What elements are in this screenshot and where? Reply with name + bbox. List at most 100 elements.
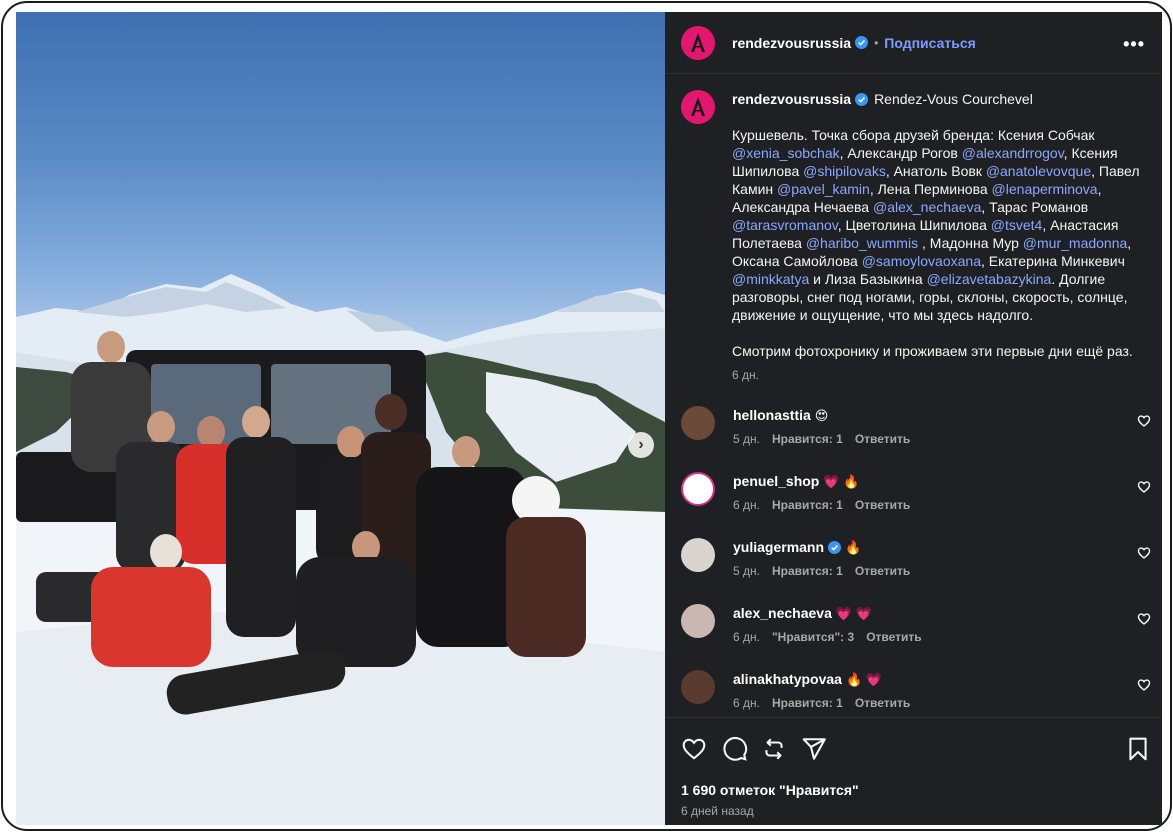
comment-username[interactable]: hellonasttia 😍 [733,407,828,424]
comment-item: hellonasttia 😍 5 дн. Нравится: 1 Ответить [681,404,1151,470]
comment-meta: 5 дн. Нравится: 1 Ответить [733,564,922,578]
mention-link[interactable]: @mur_madonna [1023,235,1128,251]
comment-username[interactable]: penuel_shop 💗 🔥 [733,473,859,490]
comment-time: 5 дн. [733,432,760,446]
comment-text: 💗 🔥 [823,474,860,489]
caption-text-segment: , Мадонна Мур [918,235,1023,251]
mention-link[interactable]: @pavel_kamin [777,181,870,197]
comment-item: penuel_shop 💗 🔥 6 дн. Нравится: 1 Ответить [681,470,1151,536]
comment-like-icon[interactable] [1137,678,1151,692]
comment-text: 🔥 [845,540,862,555]
follow-button[interactable]: Подписаться [884,35,976,51]
comment-meta: 6 дн. Нравится: 1 Ответить [733,498,922,512]
comment-icon[interactable] [722,736,748,762]
mention-link[interactable]: @tarasvromanov [732,217,838,233]
verified-badge-icon [855,36,869,49]
comment-meta: 6 дн. Нравится: 1 Ответить [733,696,922,710]
reply-button[interactable]: Ответить [866,630,921,644]
comment-time: 6 дн. [733,696,760,710]
caption-text: Куршевель. Точка сбора друзей бренда: Кс… [732,126,1142,360]
post-age: 6 дней назад [681,804,754,818]
comment-username-text[interactable]: hellonasttia [733,407,811,423]
mention-link[interactable]: @elizavetabazykina [927,271,1052,287]
comment-like-icon[interactable] [1137,612,1151,626]
caption-text-segment: , Анатоль Вовк [885,163,986,179]
header-username[interactable]: rendezvousrussia [732,35,851,51]
reply-button[interactable]: Ответить [855,432,910,446]
comment-username[interactable]: alinakhatypovaa 🔥 💗 [733,671,882,688]
caption-text-segment: Куршевель. Точка сбора друзей бренда: Кс… [732,127,1095,143]
comment-username[interactable]: yuliagermann 🔥 [733,539,861,556]
heart-icon[interactable] [681,736,707,762]
comment-username-text[interactable]: yuliagermann [733,539,824,555]
mention-link[interactable]: @alexandrrogov [962,145,1064,161]
comment-item: alex_nechaeva 💗 💗 6 дн. "Нравится": 3 Ответи… [681,602,1151,668]
caption-username[interactable]: rendezvousrussia [732,90,851,108]
comment-username-text[interactable]: alex_nechaeva [733,605,832,621]
action-bar: 1 690 отметок "Нравится" 6 дней назад [665,717,1162,827]
reply-button[interactable]: Ответить [855,498,910,512]
next-photo-button[interactable]: › [628,432,654,458]
caption-text-segment: , Екатерина Минкевич [981,253,1125,269]
send-icon[interactable] [801,736,827,762]
comment-time: 6 дн. [733,498,760,512]
repost-icon[interactable] [761,736,787,762]
comment-username[interactable]: alex_nechaeva 💗 💗 [733,605,872,622]
comment-like-icon[interactable] [1137,414,1151,428]
window-frame: › rendezvousrussia • Подписаться ••• ren… [1,1,1172,831]
mention-link[interactable]: @samoylovaoxana [862,253,981,269]
separator-dot: • [874,35,879,50]
post-photo[interactable]: › [16,12,665,825]
comment-like-icon[interactable] [1137,546,1151,560]
caption-paragraph: Куршевель. Точка сбора друзей бренда: Кс… [732,126,1142,324]
verified-badge-icon [828,541,842,554]
mention-link[interactable]: @lenaperminova [992,181,1098,197]
caption-header: rendezvousrussia Rendez-Vous Courchevel [732,90,1150,108]
mention-link[interactable]: @xenia_sobchak [732,145,840,161]
mention-link[interactable]: @alex_nechaeva [873,199,981,215]
mention-link[interactable]: @minkkatya [732,271,809,287]
more-options-icon[interactable]: ••• [1123,34,1145,55]
comment-text: 🔥 💗 [845,672,882,687]
location-link[interactable]: Rendez-Vous Courchevel [874,90,1033,108]
caption-text-segment: и Лиза Базыкина [809,271,927,287]
caption-second-paragraph: Смотрим фотохронику и проживаем эти перв… [732,343,1133,359]
comment-username-text[interactable]: penuel_shop [733,473,819,489]
comment-text: 😍 [814,408,829,423]
avatar[interactable] [681,604,715,638]
reply-button[interactable]: Ответить [855,696,910,710]
mention-link[interactable]: @anatolevovque [986,163,1091,179]
bookmark-icon[interactable] [1125,736,1151,762]
avatar[interactable] [681,472,715,506]
comment-meta: 5 дн. Нравится: 1 Ответить [733,432,922,446]
avatar[interactable] [681,538,715,572]
mention-link[interactable]: @haribo_wummis [806,235,918,251]
comment-meta: 6 дн. "Нравится": 3 Ответить [733,630,934,644]
comment-username-text[interactable]: alinakhatypovaa [733,671,842,687]
comment-likes[interactable]: "Нравится": 3 [772,630,854,644]
comment-time: 6 дн. [733,630,760,644]
verified-badge-icon [855,92,869,106]
reply-button[interactable]: Ответить [855,564,910,578]
comment-likes[interactable]: Нравится: 1 [772,564,843,578]
avatar[interactable] [681,406,715,440]
avatar[interactable] [681,670,715,704]
comment-like-icon[interactable] [1137,480,1151,494]
caption-text-segment: , Цветолина Шипилова [837,217,991,233]
comment-text: 💗 💗 [835,606,872,621]
avatar[interactable] [681,25,715,60]
comment-likes[interactable]: Нравится: 1 [772,498,843,512]
brand-logo-icon [691,97,705,116]
post-side-panel: rendezvousrussia • Подписаться ••• rende… [665,12,1162,825]
post-header: rendezvousrussia • Подписаться ••• [665,12,1162,74]
caption-timestamp[interactable]: 6 дн. [732,368,1150,382]
brand-logo-icon [691,32,705,52]
comment-likes[interactable]: Нравится: 1 [772,696,843,710]
mention-link[interactable]: @tsvet4 [991,217,1043,233]
comment-likes[interactable]: Нравится: 1 [772,432,843,446]
likes-count[interactable]: 1 690 отметок "Нравится" [681,782,859,798]
snow-scene-illustration [16,274,665,825]
caption-text-segment: , Тарас Романов [981,199,1089,215]
mention-link[interactable]: @shipilovaks [803,163,886,179]
caption-avatar[interactable] [681,90,715,124]
